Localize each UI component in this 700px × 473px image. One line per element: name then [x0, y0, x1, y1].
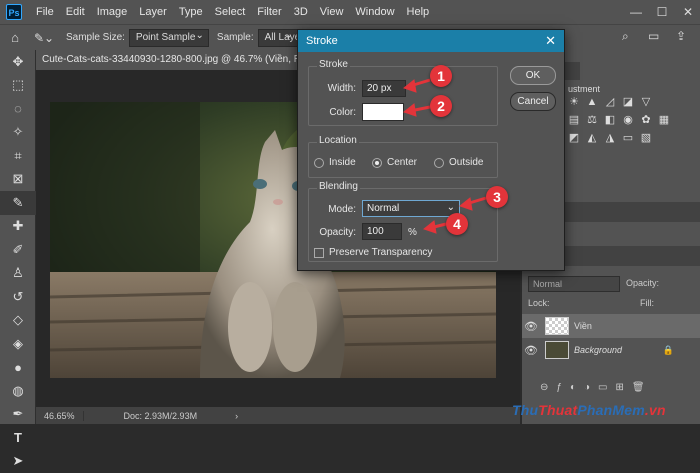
watermark-part3: PhanMem	[577, 402, 645, 418]
callout-3: 3	[486, 186, 508, 208]
callout-arrows	[0, 0, 700, 424]
watermark-part1: Thu	[512, 402, 538, 418]
watermark-part4: .vn	[645, 402, 666, 418]
watermark-part2: Thuat	[538, 402, 577, 418]
watermark: ThuThuatPhanMem.vn	[512, 402, 666, 418]
type-tool-icon[interactable]: T	[0, 426, 36, 450]
callout-1: 1	[430, 65, 452, 87]
callout-4: 4	[446, 213, 468, 235]
callout-2: 2	[430, 95, 452, 117]
path-select-icon[interactable]: ➤	[0, 450, 36, 473]
